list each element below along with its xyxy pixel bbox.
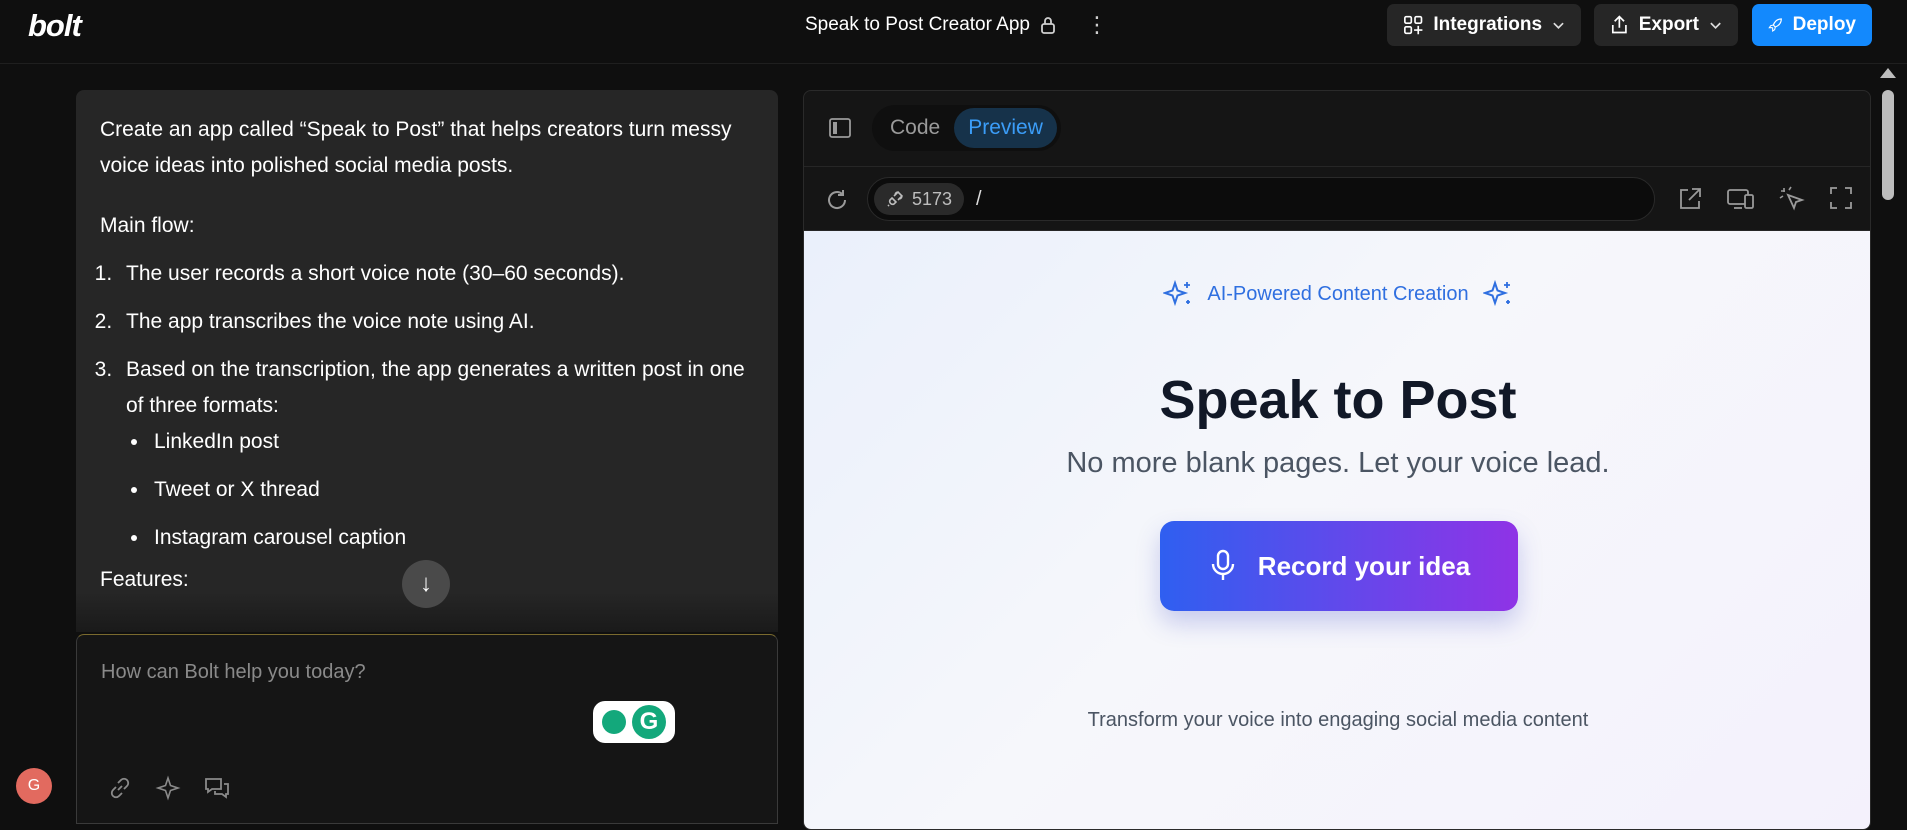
chevron-down-icon bbox=[1553, 22, 1564, 29]
tab-preview[interactable]: Preview bbox=[954, 108, 1057, 148]
scroll-down-button[interactable]: ↓ bbox=[402, 560, 450, 608]
record-label: Record your idea bbox=[1257, 550, 1471, 581]
scroll-thumb[interactable] bbox=[1882, 90, 1894, 200]
sidebar-toggle-icon[interactable] bbox=[828, 117, 852, 139]
lightbulb-icon[interactable] bbox=[602, 710, 626, 734]
badge-text: AI-Powered Content Creation bbox=[1207, 282, 1469, 305]
more-options-icon[interactable]: ⋮ bbox=[1086, 12, 1108, 38]
preview-actions bbox=[1676, 185, 1854, 213]
avatar[interactable]: G bbox=[16, 768, 52, 804]
port-badge[interactable]: 5173 bbox=[874, 183, 965, 215]
grammarly-widget[interactable]: G bbox=[593, 701, 675, 743]
project-title[interactable]: Speak to Post Creator App bbox=[805, 14, 1056, 36]
main-flow-heading: Main flow: bbox=[100, 214, 195, 237]
chat-icon[interactable] bbox=[203, 775, 231, 801]
page-subtitle: No more blank pages. Let your voice lead… bbox=[1066, 447, 1610, 479]
tab-code[interactable]: Code bbox=[876, 108, 954, 148]
page-title: Speak to Post bbox=[1159, 370, 1517, 430]
ai-badge: AI-Powered Content Creation bbox=[804, 279, 1870, 309]
export-label: Export bbox=[1638, 14, 1699, 35]
export-icon bbox=[1611, 15, 1627, 34]
bolt-logo[interactable]: bolt bbox=[28, 8, 82, 44]
list-item: LinkedIn post bbox=[150, 424, 754, 460]
integrations-label: Integrations bbox=[1433, 14, 1543, 35]
deploy-button[interactable]: Deploy bbox=[1752, 4, 1872, 46]
project-title-text: Speak to Post Creator App bbox=[805, 14, 1030, 35]
prompt-box: G bbox=[76, 634, 778, 824]
fullscreen-icon[interactable] bbox=[1828, 185, 1854, 211]
chat-intro: Create an app called “Speak to Post” tha… bbox=[100, 118, 732, 177]
list-item: Based on the transcription, the app gene… bbox=[118, 352, 754, 556]
element-select-icon[interactable] bbox=[1778, 185, 1806, 213]
reload-icon[interactable] bbox=[824, 187, 850, 213]
lock-icon bbox=[1041, 17, 1055, 34]
sparkles-icon bbox=[1482, 279, 1510, 307]
microphone-icon bbox=[1211, 549, 1234, 580]
scroll-up-icon[interactable] bbox=[1880, 68, 1896, 78]
device-toggle-icon[interactable] bbox=[1726, 185, 1756, 213]
list-item: The app transcribes the voice note using… bbox=[118, 304, 754, 340]
open-external-icon[interactable] bbox=[1676, 185, 1704, 213]
tagline: Transform your voice into engaging socia… bbox=[1087, 709, 1589, 731]
integrations-icon bbox=[1404, 15, 1423, 35]
workbench-panel: Code Preview 5173 / AI-Powered Content C… bbox=[803, 90, 1871, 830]
chevron-down-icon bbox=[1710, 22, 1721, 29]
deploy-label: Deploy bbox=[1792, 14, 1856, 35]
list-item: The user records a short voice note (30–… bbox=[118, 256, 754, 292]
list-item: Tweet or X thread bbox=[150, 472, 754, 508]
rocket-icon bbox=[1768, 18, 1782, 32]
preview-toolbar: 5173 / bbox=[804, 167, 1870, 231]
url-bar[interactable]: 5173 / bbox=[867, 177, 1655, 221]
integrations-button[interactable]: Integrations bbox=[1387, 4, 1581, 46]
step-text: Based on the transcription, the app gene… bbox=[126, 358, 745, 417]
view-toggle: Code Preview bbox=[872, 105, 1061, 151]
export-button[interactable]: Export bbox=[1594, 4, 1738, 46]
port-number: 5173 bbox=[912, 188, 953, 209]
page-scrollbar[interactable] bbox=[1877, 64, 1907, 818]
list-item: Instagram carousel caption bbox=[150, 520, 754, 556]
arrow-down-icon: ↓ bbox=[420, 570, 432, 597]
grammarly-icon[interactable]: G bbox=[632, 705, 666, 739]
top-bar: bolt Speak to Post Creator App ⋮ Integra… bbox=[0, 0, 1907, 64]
prompt-tools bbox=[107, 775, 231, 801]
sparkles-icon bbox=[1163, 279, 1191, 307]
link-icon[interactable] bbox=[107, 775, 133, 801]
preview-frame: AI-Powered Content Creation Speak to Pos… bbox=[804, 231, 1870, 829]
prompt-input[interactable] bbox=[101, 661, 601, 721]
record-idea-button[interactable]: Record your idea bbox=[1160, 521, 1518, 611]
plug-icon bbox=[887, 190, 904, 207]
chat-message: Create an app called “Speak to Post” tha… bbox=[76, 90, 778, 632]
formats-list: LinkedIn post Tweet or X thread Instagra… bbox=[150, 424, 754, 556]
url-path[interactable]: / bbox=[976, 188, 982, 211]
sparkle-icon[interactable] bbox=[155, 775, 181, 801]
workbench-header: Code Preview bbox=[804, 91, 1870, 167]
steps-list: The user records a short voice note (30–… bbox=[118, 256, 754, 556]
